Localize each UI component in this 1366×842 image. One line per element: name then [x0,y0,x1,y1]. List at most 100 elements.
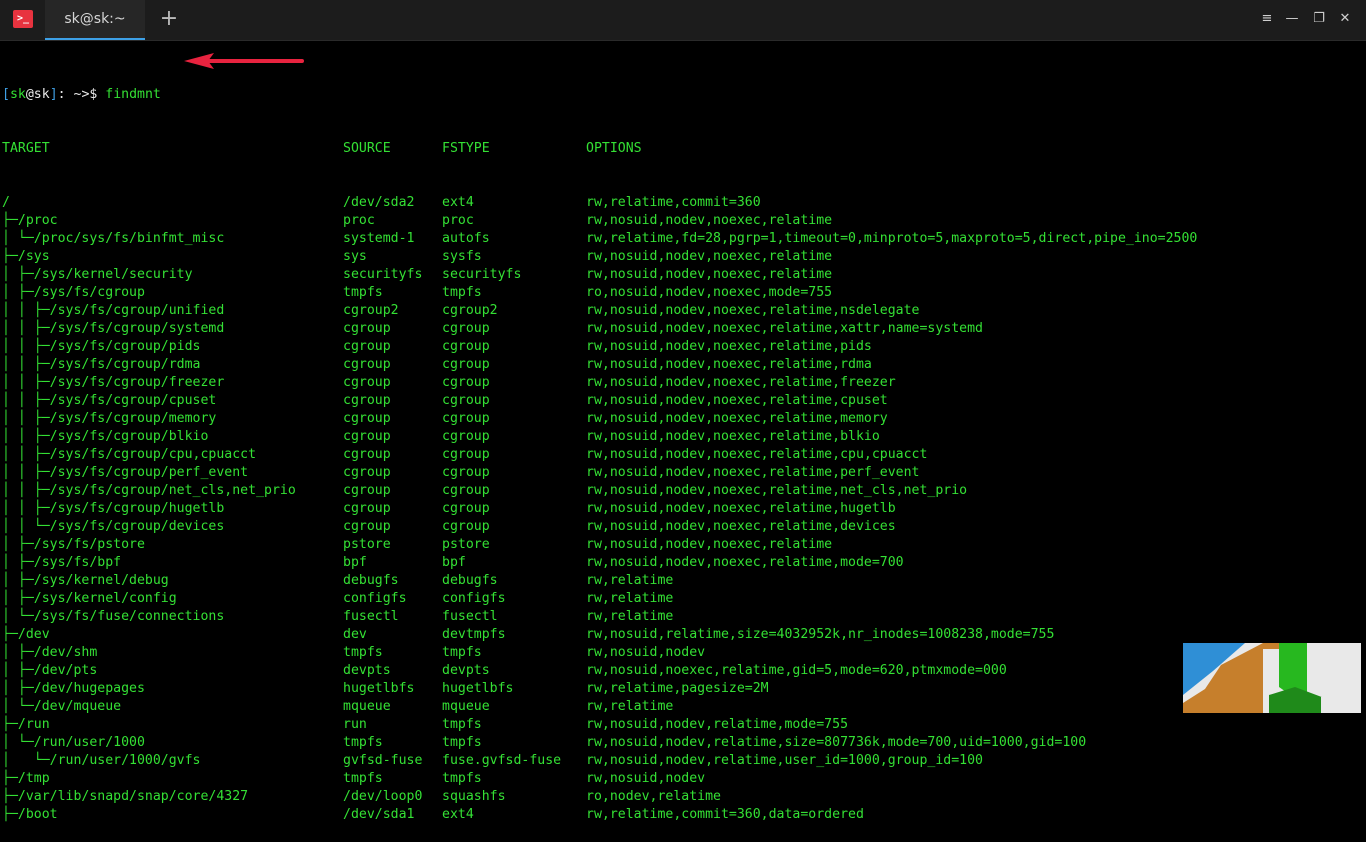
row-options: rw,relatime,commit=360,data=ordered [586,807,864,822]
header-source: SOURCE [343,141,391,156]
table-row: │ ├─/sys/fs/pstore pstore pstore rw,nosuid,… [2,536,1362,554]
row-source: cgroup [343,501,391,516]
prompt-host: sk [33,87,50,102]
table-row: │ ├─/sys/fs/cgroup tmpfs tmpfs ro,nosuid,no… [2,284,1362,302]
row-fstype: tmpfs [442,735,482,750]
row-target: │ ├─/sys/fs/cgroup [2,285,145,300]
row-options: rw,nosuid,nodev,noexec,relatime,rdma [586,357,872,372]
row-options: rw,relatime [586,591,674,606]
red-arrow-annotation [184,53,304,69]
row-target: │ └─/sys/fs/fuse/connections [2,609,225,624]
window-titlebar: >_ sk@sk:~ + ≡ — ❐ ✕ [0,0,1366,41]
row-options: rw,relatime,pagesize=2M [586,681,769,696]
table-row: ├─/dev dev devtmpfs rw,nosuid,relatime,size… [2,626,1362,644]
mount-table-rows: / /dev/sda2 ext4 rw,relatime,commit=360 ├─/p… [2,194,1362,824]
header-options: OPTIONS [586,141,642,156]
row-target: │ │ ├─/sys/fs/cgroup/cpuset [2,393,217,408]
row-target: │ │ ├─/sys/fs/cgroup/hugetlb [2,501,225,516]
row-options: rw,nosuid,nodev,noexec,relatime,net_cls,… [586,483,968,498]
row-options: rw,relatime,commit=360 [586,195,761,210]
close-icon[interactable]: ✕ [1336,10,1354,28]
row-options: rw,nosuid,nodev,noexec,relatime [586,213,833,228]
row-source: cgroup [343,357,391,372]
row-fstype: devtmpfs [442,627,506,642]
terminal-output[interactable]: [sk@sk]: ~>$ findmnt TARGET SOURCE FSTYP… [2,50,1362,842]
table-row: │ └─/run/user/1000 tmpfs tmpfs rw,nosuid,no… [2,734,1362,752]
active-tab-indicator [45,38,145,40]
row-target: │ │ ├─/sys/fs/cgroup/systemd [2,321,225,336]
row-fstype: cgroup [442,519,490,534]
row-target: │ │ ├─/sys/fs/cgroup/perf_event [2,465,249,480]
row-fstype: autofs [442,231,490,246]
row-target: ├─/var/lib/snapd/snap/core/4327 [2,789,249,804]
row-source: debugfs [343,573,399,588]
row-source: cgroup2 [343,303,399,318]
row-target: / [2,195,10,210]
row-target: ├─/sys [2,249,50,264]
row-target: │ ├─/dev/hugepages [2,681,145,696]
row-options: rw,nosuid,nodev [586,771,706,786]
row-source: devpts [343,663,391,678]
table-row: ├─/sys sys sysfs rw,nosuid,nodev,noexec,rel… [2,248,1362,266]
table-row: │ │ ├─/sys/fs/cgroup/net_cls,net_prio cgr… [2,482,1362,500]
prompt-path: : ~>$ [57,87,106,102]
prompt-user: sk [9,87,26,102]
row-source: tmpfs [343,735,383,750]
row-source: cgroup [343,447,391,462]
row-target: │ │ ├─/sys/fs/cgroup/rdma [2,357,201,372]
row-fstype: cgroup [442,339,490,354]
row-options: rw,nosuid,relatime,size=4032952k,nr_inod… [586,627,1055,642]
table-row: │ ├─/sys/kernel/config configfs configfs rw… [2,590,1362,608]
row-source: bpf [343,555,367,570]
table-row: │ │ ├─/sys/fs/cgroup/blkio cgroup cgroup rw… [2,428,1362,446]
row-options: ro,nosuid,nodev,noexec,mode=755 [586,285,833,300]
table-row: ├─/var/lib/snapd/snap/core/4327/dev/loop… [2,788,1362,806]
row-options: rw,nosuid,nodev,noexec,relatime,devices [586,519,896,534]
row-fstype: cgroup [442,393,490,408]
row-source: systemd-1 [343,231,415,246]
row-source: /dev/sda1 [343,807,415,822]
new-tab-plus-icon[interactable]: + [157,8,181,32]
row-fstype: tmpfs [442,717,482,732]
row-source: cgroup [343,465,391,480]
table-row: ├─/proc proc proc rw,nosuid,nodev,noexec,re… [2,212,1362,230]
table-row: │ │ ├─/sys/fs/cgroup/cpu,cpuacct cgroup cg… [2,446,1362,464]
row-fstype: bpf [442,555,466,570]
row-target: │ ├─/sys/fs/pstore [2,537,145,552]
row-fstype: cgroup2 [442,303,498,318]
table-row: │ └─/dev/mqueue mqueue mqueue rw,relatime [2,698,1362,716]
prompt-open-bracket: [ [2,87,10,102]
minimize-icon[interactable]: — [1283,10,1301,28]
row-source: cgroup [343,321,391,336]
row-target: ├─/dev [2,627,50,642]
row-target: │ │ ├─/sys/fs/cgroup/freezer [2,375,225,390]
row-options: rw,nosuid,nodev,noexec,relatime,cpu,cpua… [586,447,928,462]
row-fstype: cgroup [442,501,490,516]
row-fstype: cgroup [442,447,490,462]
terminal-app-icon[interactable]: >_ [13,10,33,28]
row-options: rw,nosuid,nodev,relatime,user_id=1000,gr… [586,753,983,768]
row-options: rw,nosuid,nodev,noexec,relatime,xattr,na… [586,321,983,336]
row-options: rw,nosuid,nodev,noexec,relatime [586,249,833,264]
row-fstype: cgroup [442,465,490,480]
row-source: cgroup [343,411,391,426]
tab-sk-at-sk[interactable]: sk@sk:~ [45,0,145,40]
hamburger-menu-icon[interactable]: ≡ [1258,10,1276,28]
row-options: rw,nosuid,noexec,relatime,gid=5,mode=620… [586,663,1007,678]
row-source: pstore [343,537,391,552]
row-target: ├─/proc [2,213,58,228]
row-source: hugetlbfs [343,681,415,696]
row-fstype: hugetlbfs [442,681,514,696]
row-options: rw,nosuid,nodev,relatime,mode=755 [586,717,849,732]
table-row: │ ├─/dev/shm tmpfs tmpfs rw,nosuid,nodev [2,644,1362,662]
row-source: run [343,717,367,732]
maximize-icon[interactable]: ❐ [1310,10,1328,28]
row-source: cgroup [343,375,391,390]
row-options: rw,nosuid,nodev,noexec,relatime,cpuset [586,393,888,408]
row-options: rw,nosuid,nodev,noexec,relatime,memory [586,411,888,426]
row-fstype: cgroup [442,375,490,390]
row-target: ├─/tmp [2,771,50,786]
row-target: │ │ ├─/sys/fs/cgroup/pids [2,339,201,354]
row-source: cgroup [343,393,391,408]
row-target: ├─/boot [2,807,58,822]
